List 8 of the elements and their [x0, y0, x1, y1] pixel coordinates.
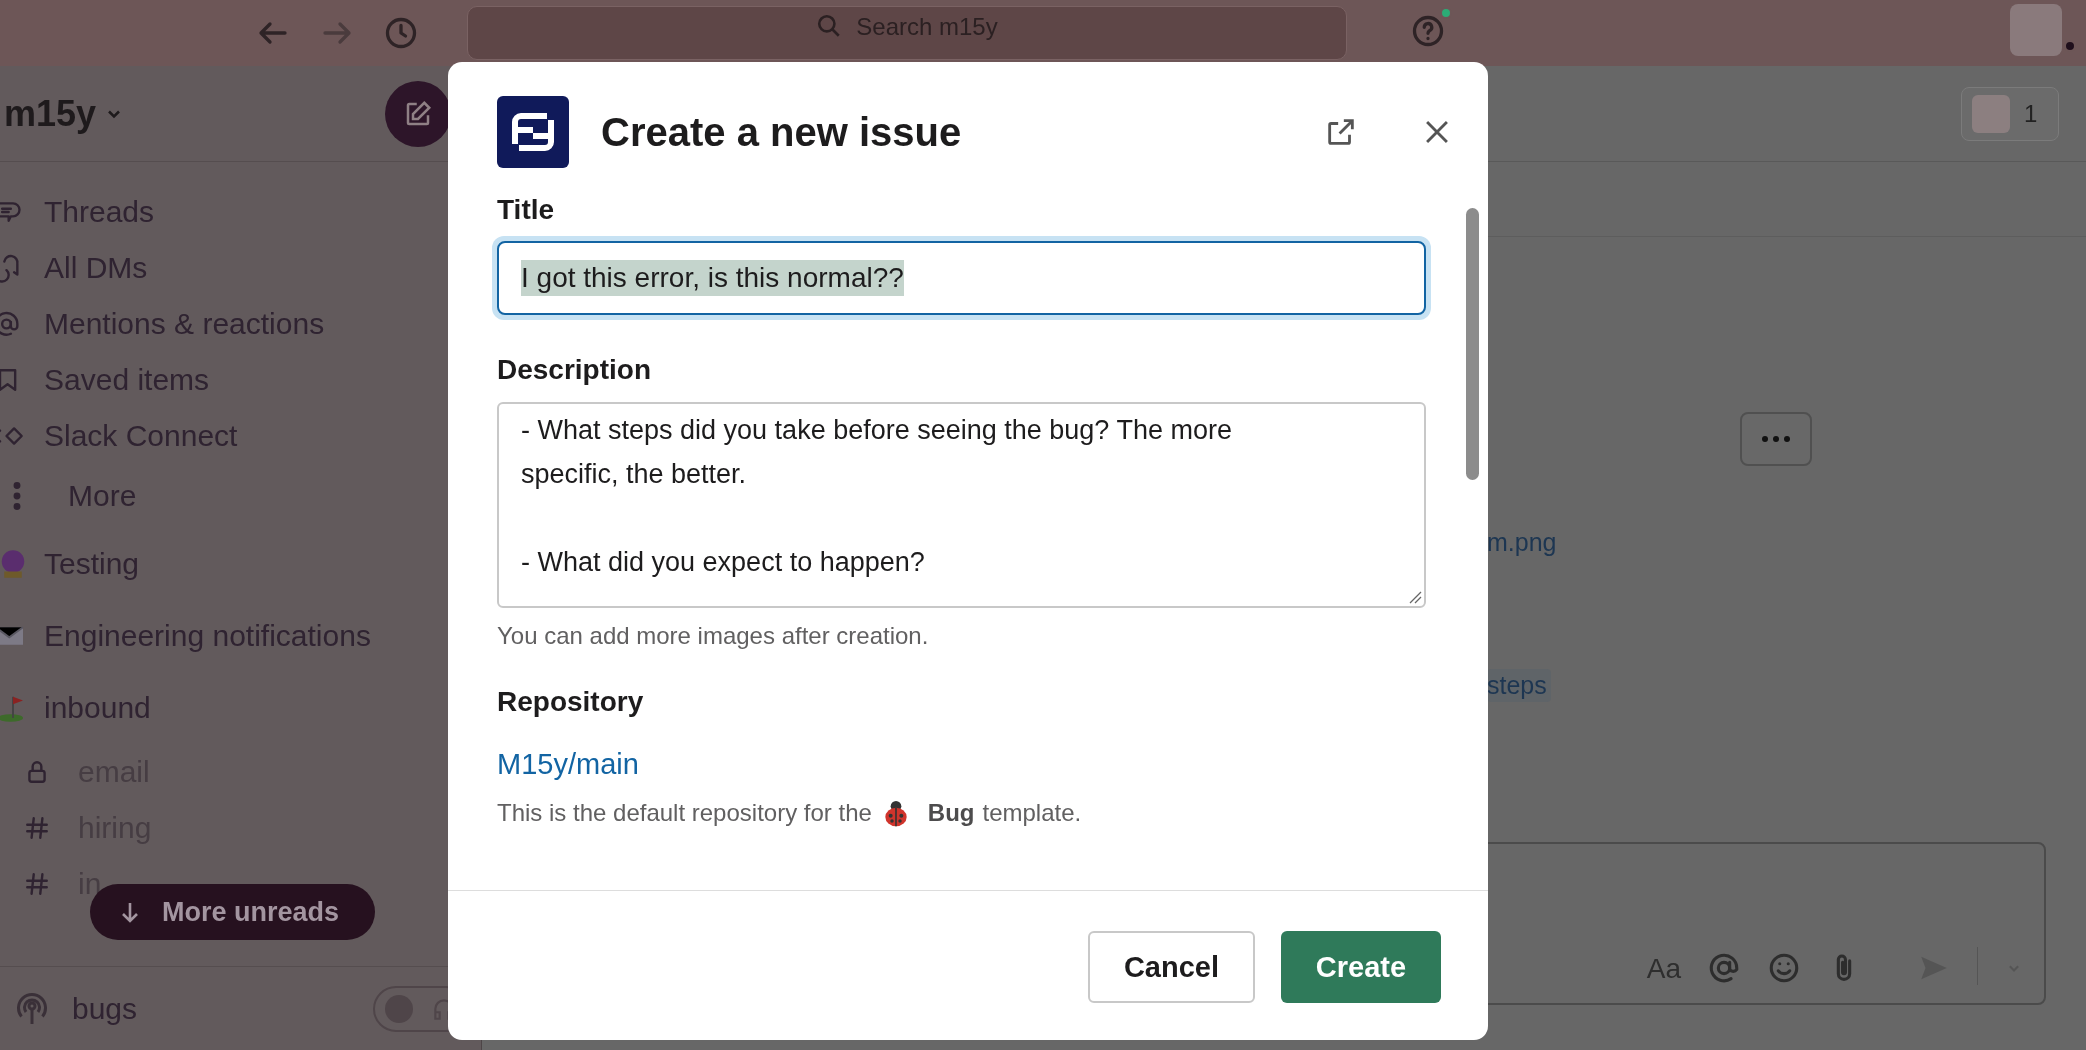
dialog-title: Create a new issue [601, 109, 962, 155]
field-label: Description [497, 354, 653, 386]
help-text: This is the default repository for the [497, 799, 872, 827]
field-label: Repository [497, 686, 645, 718]
field-label: Title [497, 194, 556, 226]
template-name: Bug [927, 799, 975, 827]
help-text: template. [982, 799, 1082, 827]
field-hint: You can add more images after creation. [497, 622, 930, 650]
